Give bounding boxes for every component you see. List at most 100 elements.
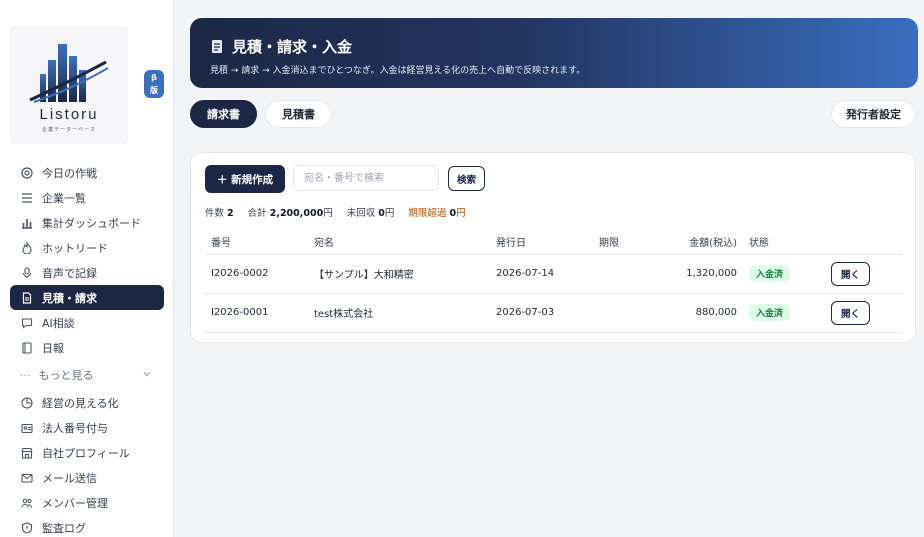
search-button[interactable]: 検索 — [448, 166, 486, 191]
summary-unpaid-unit: 円 — [384, 208, 395, 219]
sidebar-item-hot-leads[interactable]: ホットリード — [10, 235, 164, 260]
target-icon — [20, 166, 34, 180]
chat-icon — [20, 316, 34, 330]
summary-count-label: 件数 — [205, 208, 225, 219]
invoice-summary: 件数 2 合計 2,200,000円 未回収 0円 期限超過 0円 — [205, 205, 466, 219]
tab-invoices[interactable]: 請求書 — [190, 100, 257, 128]
sidebar-item-dashboard[interactable]: 集計ダッシュボード — [10, 210, 164, 235]
sidebar-item-label: 音声で記録 — [42, 266, 97, 280]
sidebar-more-label: もっと見る — [38, 369, 94, 382]
sidebar-item-mail[interactable]: メール送信 — [10, 465, 164, 490]
open-button[interactable]: 開く — [831, 261, 871, 286]
brand-name: Listoru — [39, 106, 99, 123]
tab-quotes[interactable]: 見積書 — [265, 100, 332, 128]
brand-logo[interactable]: Listoru 企業データーベース — [10, 26, 128, 144]
sidebar-item-label: 自社プロフィール — [42, 446, 130, 460]
column-header-due: 期限 — [593, 229, 663, 255]
summary-total-unit: 円 — [323, 208, 333, 219]
store-icon — [20, 446, 34, 460]
cell-number: I2026-0001 — [205, 293, 308, 333]
sidebar-item-today[interactable]: 今日の作戦 — [10, 160, 164, 185]
sidebar-item-label: ホットリード — [42, 241, 108, 255]
page-title-text: 見積・請求・入金 — [232, 38, 353, 56]
chevron-down-icon — [142, 369, 152, 382]
mail-icon — [20, 471, 34, 485]
sidebar-item-corporate-number[interactable]: 法人番号付与 — [10, 415, 164, 440]
summary-unpaid-label: 未回収 — [346, 208, 376, 219]
ellipsis-icon: ··· — [20, 368, 31, 382]
page-title: 見積・請求・入金 — [210, 36, 898, 57]
users-icon — [20, 496, 34, 510]
invoice-table: 番号 宛名 発行日 期限 金額(税込) 状態 I2026-0002 【サンプル】… — [205, 229, 903, 333]
shield-icon — [20, 521, 34, 535]
sidebar-item-label: 監査ログ — [42, 521, 86, 535]
sidebar-item-audit-log[interactable]: 監査ログ — [10, 515, 164, 537]
search-input[interactable] — [293, 165, 439, 191]
sidebar-item-label: メール送信 — [42, 471, 97, 485]
id-card-icon — [20, 421, 34, 435]
sidebar-item-label: 法人番号付与 — [42, 421, 108, 435]
microphone-icon — [20, 266, 34, 280]
status-badge: 入金済 — [749, 265, 791, 282]
sidebar-item-daily-report[interactable]: 日報 — [10, 335, 164, 360]
column-header-amount: 金額(税込) — [663, 229, 743, 255]
summary-overdue-unit: 円 — [456, 208, 466, 219]
sidebar-item-label: 経営の見える化 — [42, 396, 119, 410]
notebook-icon — [20, 341, 34, 355]
sidebar-item-members[interactable]: メンバー管理 — [10, 490, 164, 515]
column-header-action — [825, 229, 903, 255]
cell-action: 開く — [825, 293, 903, 333]
cell-issue-date: 2026-07-03 — [490, 293, 593, 333]
cell-amount: 1,320,000 — [663, 254, 743, 294]
summary-total-value: 2,200,000 — [269, 208, 324, 219]
new-invoice-button[interactable]: ＋ 新規作成 — [205, 165, 286, 193]
cell-status: 入金済 — [743, 293, 825, 333]
summary-unpaid-value: 0 — [378, 208, 385, 219]
sidebar-item-voice[interactable]: 音声で記録 — [10, 260, 164, 285]
sidebar-item-management-visualization[interactable]: 経営の見える化 — [10, 390, 164, 415]
sidebar-item-ai-consult[interactable]: AI相談 — [10, 310, 164, 335]
cell-due — [593, 293, 663, 333]
document-icon — [20, 291, 34, 305]
sidebar-item-label: 企業一覧 — [42, 191, 86, 205]
cell-recipient: 【サンプル】大和精密 — [308, 254, 490, 294]
column-header-status: 状態 — [743, 229, 825, 255]
summary-count: 件数 2 — [205, 205, 234, 219]
brand-tagline: 企業データーベース — [42, 127, 96, 133]
sidebar: Listoru 企業データーベース β 版 今日の作戦 企業一覧 集計ダッシュボ… — [0, 0, 174, 537]
invoice-list-card: ＋ 新規作成 検索 件数 2 合計 2,200,000円 未回収 0円 期限超過… — [190, 152, 916, 343]
sidebar-item-label: 今日の作戦 — [42, 166, 97, 180]
sidebar-item-label: 集計ダッシュボード — [42, 216, 141, 230]
open-button[interactable]: 開く — [831, 300, 871, 325]
cell-due — [593, 254, 663, 294]
sidebar-item-companies[interactable]: 企業一覧 — [10, 185, 164, 210]
document-type-tabs: 請求書 見積書 — [190, 100, 332, 128]
cell-issue-date: 2026-07-14 — [490, 254, 593, 294]
summary-count-value: 2 — [227, 208, 234, 219]
issuer-settings-button[interactable]: 発行者設定 — [831, 100, 916, 128]
sidebar-more-toggle[interactable]: ··· もっと見る — [10, 360, 164, 390]
cell-amount: 880,000 — [663, 293, 743, 333]
column-header-issue-date: 発行日 — [490, 229, 593, 255]
sidebar-item-company-profile[interactable]: 自社プロフィール — [10, 440, 164, 465]
sidebar-item-label: メンバー管理 — [42, 496, 108, 510]
logo-building-icon — [29, 44, 109, 103]
page-subtitle: 見積 → 請求 → 入金消込までひとつなぎ。入金は経営見える化の売上へ自動で反映… — [210, 66, 586, 76]
main-content: 見積・請求・入金 見積 → 請求 → 入金消込までひとつなぎ。入金は経営見える化… — [174, 0, 924, 537]
summary-overdue-label: 期限超過 — [408, 208, 447, 219]
flame-icon — [20, 241, 34, 255]
column-header-recipient: 宛名 — [308, 229, 490, 255]
table-row: I2026-0002 【サンプル】大和精密 2026-07-14 1,320,0… — [205, 254, 903, 294]
sidebar-item-quotes-invoices[interactable]: 見積・請求 — [10, 285, 164, 310]
table-header-row: 番号 宛名 発行日 期限 金額(税込) 状態 — [205, 229, 903, 255]
summary-total: 合計 2,200,000円 — [248, 205, 333, 219]
summary-total-label: 合計 — [247, 208, 267, 219]
document-icon — [210, 39, 224, 54]
sidebar-nav: 今日の作戦 企業一覧 集計ダッシュボード ホットリード 音声で記録 見積・請求 … — [10, 160, 164, 537]
summary-unpaid: 未回収 0円 — [347, 205, 395, 219]
cell-number: I2026-0002 — [205, 254, 308, 294]
table-row: I2026-0001 test株式会社 2026-07-03 880,000 入… — [205, 293, 903, 333]
cell-action: 開く — [825, 254, 903, 294]
beta-badge: β 版 — [144, 70, 164, 98]
sidebar-item-label: AI相談 — [42, 316, 75, 330]
